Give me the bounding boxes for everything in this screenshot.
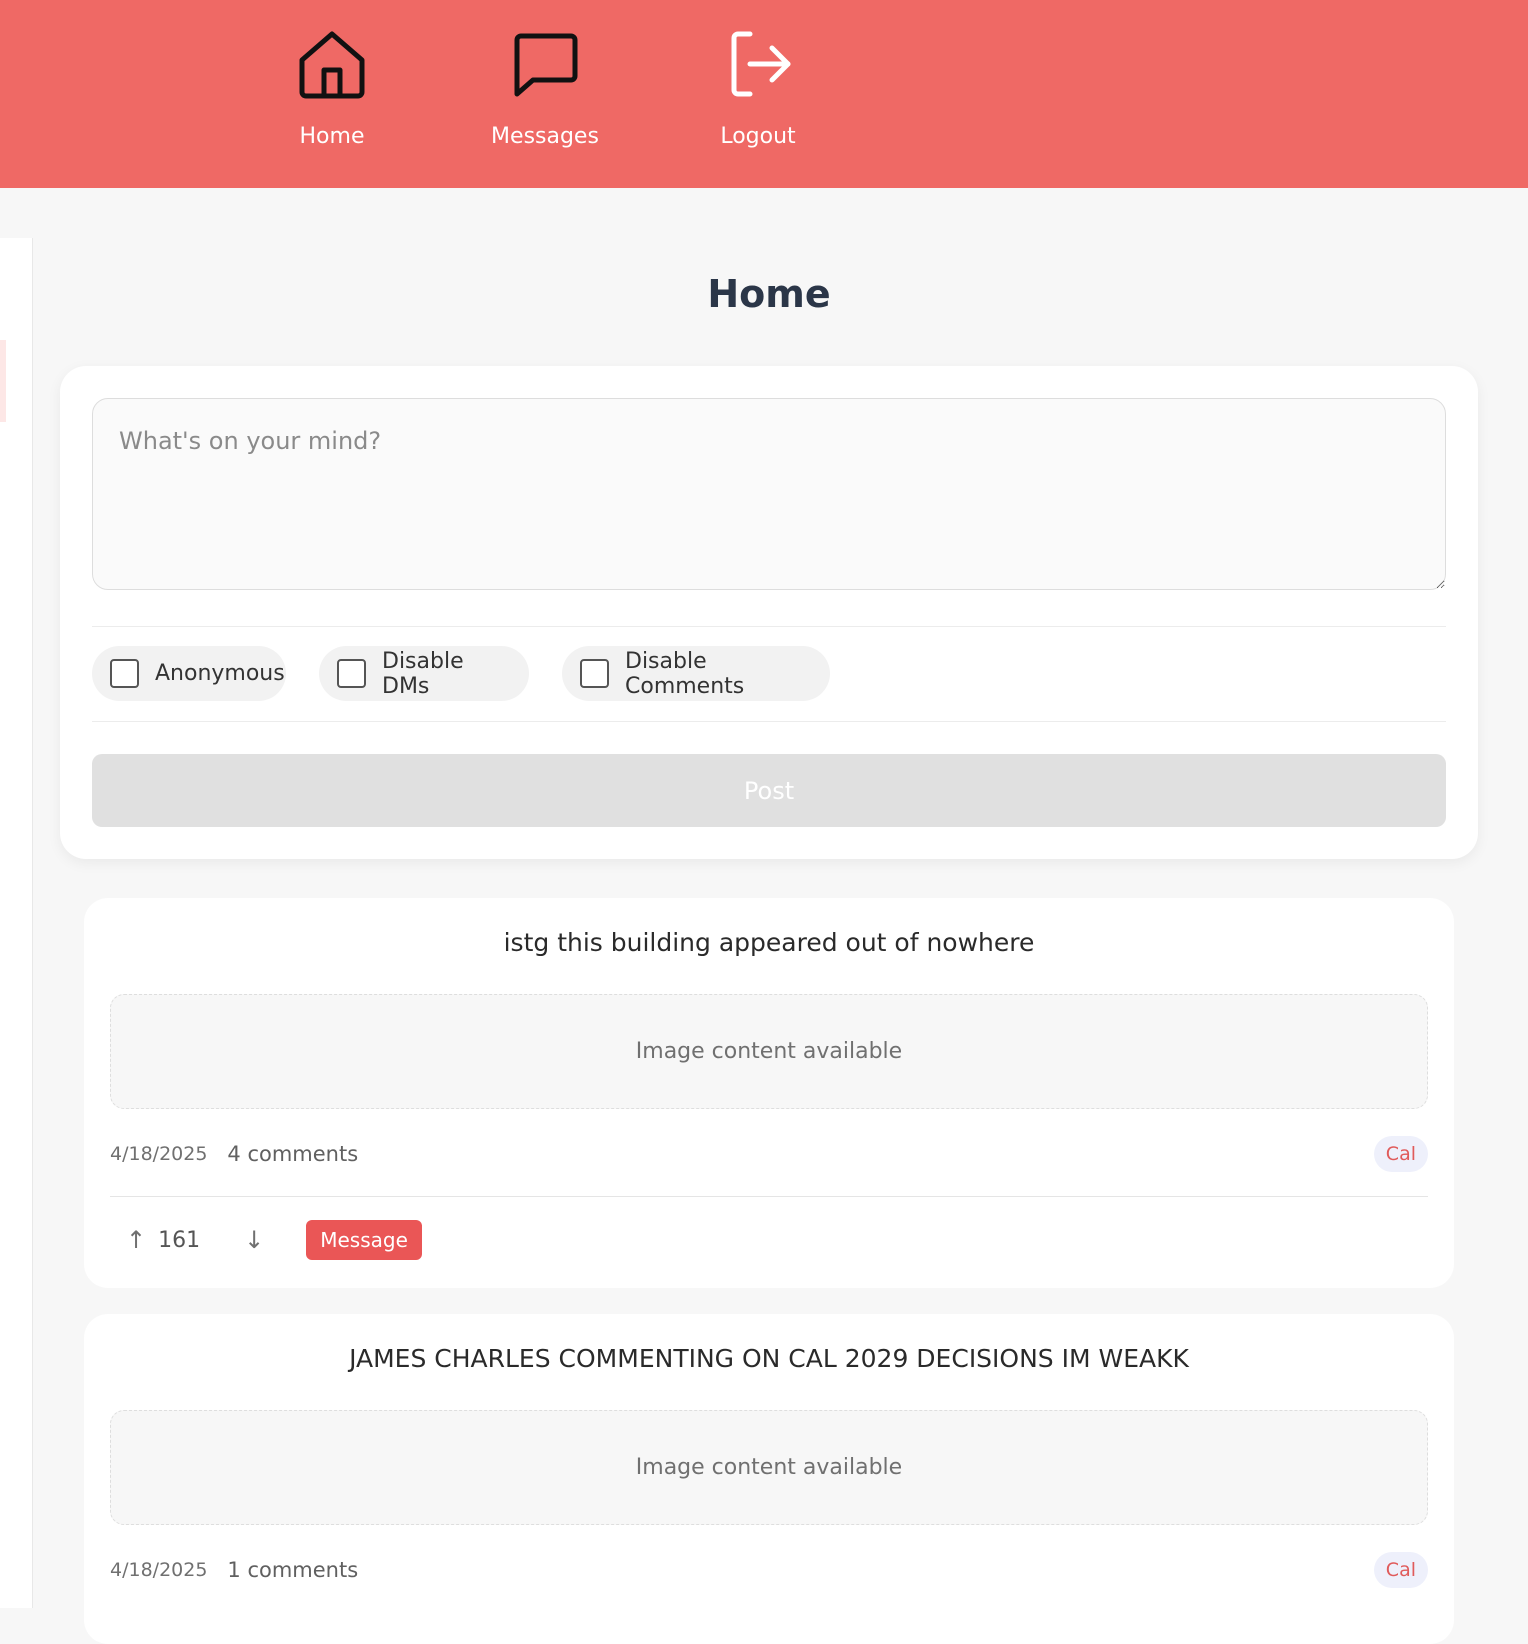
home-icon — [299, 31, 365, 99]
post-date: 4/18/2025 — [110, 1143, 208, 1165]
upvote-button[interactable]: ↑ — [126, 1226, 146, 1254]
nav-logout[interactable]: Logout — [678, 26, 838, 166]
school-tag: Cal — [1373, 1136, 1428, 1172]
post-composer: Anonymous Disable DMs Disable Comments P… — [60, 366, 1478, 859]
post-input[interactable] — [92, 398, 1446, 590]
disable-dms-toggle[interactable]: Disable DMs — [319, 646, 529, 701]
logout-icon — [731, 31, 791, 97]
disable-dms-label: Disable DMs — [382, 648, 464, 699]
disable-comments-checkbox[interactable] — [580, 659, 609, 688]
disable-dms-checkbox[interactable] — [337, 659, 366, 688]
nav-messages[interactable]: Messages — [465, 26, 625, 166]
post-image-placeholder[interactable]: Image content available — [110, 1410, 1428, 1525]
sidebar — [0, 238, 33, 1608]
post-button[interactable]: Post — [92, 754, 1446, 827]
post-actions: ↑ 161 ↓ Message — [126, 1220, 422, 1260]
anonymous-label: Anonymous — [155, 661, 285, 686]
image-placeholder-label: Image content available — [635, 1455, 903, 1480]
post-text: JAMES CHARLES COMMENTING ON CAL 2029 DEC… — [349, 1344, 1189, 1373]
downvote-button[interactable]: ↓ — [244, 1226, 264, 1254]
sidebar-active-indicator — [0, 340, 6, 422]
post-meta: 4/18/2025 4 comments Cal — [110, 1134, 1428, 1174]
anonymous-checkbox[interactable] — [110, 659, 139, 688]
image-placeholder-label: Image content available — [635, 1039, 903, 1064]
post-text: istg this building appeared out of nowhe… — [503, 928, 1035, 957]
nav-home[interactable]: Home — [252, 26, 412, 166]
message-button[interactable]: Message — [306, 1220, 422, 1260]
anonymous-toggle[interactable]: Anonymous — [92, 646, 286, 701]
page-title: Home — [707, 272, 831, 316]
nav-home-label: Home — [299, 124, 365, 149]
nav-logout-label: Logout — [720, 124, 796, 149]
post-divider — [110, 1196, 1428, 1197]
disable-comments-toggle[interactable]: Disable Comments — [562, 646, 830, 701]
nav-messages-label: Messages — [491, 124, 599, 149]
school-tag: Cal — [1373, 1552, 1428, 1588]
post-card: istg this building appeared out of nowhe… — [84, 898, 1454, 1288]
message-bubble-icon — [514, 33, 578, 97]
composer-divider — [92, 626, 1446, 627]
top-nav: Home Messages Logout — [0, 0, 1528, 188]
vote-count: 161 — [158, 1227, 201, 1253]
post-comments-link[interactable]: 4 comments — [227, 1142, 358, 1166]
post-image-placeholder[interactable]: Image content available — [110, 994, 1428, 1109]
post-date: 4/18/2025 — [110, 1559, 208, 1581]
post-card: JAMES CHARLES COMMENTING ON CAL 2029 DEC… — [84, 1314, 1454, 1644]
post-meta: 4/18/2025 1 comments Cal — [110, 1550, 1428, 1590]
post-comments-link[interactable]: 1 comments — [227, 1558, 358, 1582]
composer-divider — [92, 721, 1446, 722]
disable-comments-label: Disable Comments — [625, 648, 745, 699]
